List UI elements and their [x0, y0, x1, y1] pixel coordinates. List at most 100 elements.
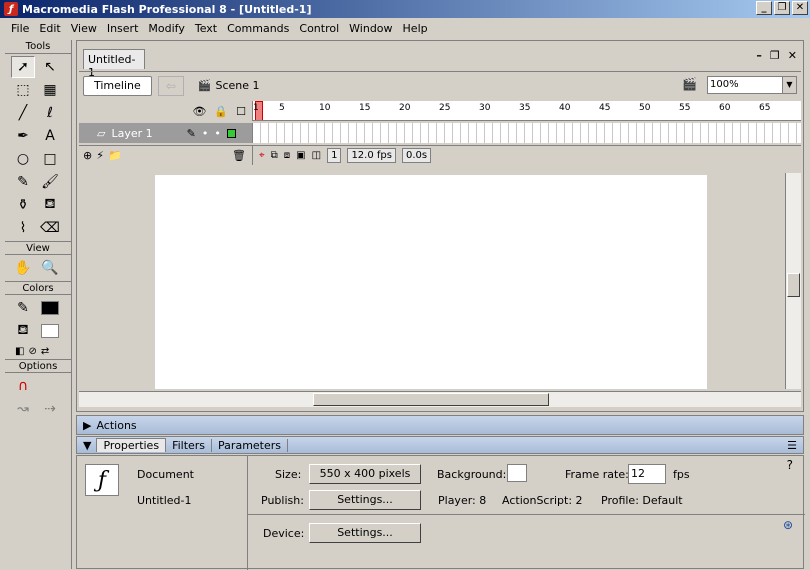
zoom-select[interactable]: 100% ▼: [707, 76, 797, 94]
swap-colors-icon[interactable]: ⇄: [41, 346, 49, 357]
lock-icon[interactable]: 🔒: [214, 105, 228, 118]
pencil-edit-icon: ✎: [186, 126, 196, 140]
restore-button[interactable]: ❐: [774, 1, 790, 15]
actions-panel-header[interactable]: ▶ Actions: [76, 415, 804, 435]
layer-name[interactable]: Layer 1: [111, 127, 152, 140]
vertical-scroll-thumb[interactable]: [787, 273, 800, 297]
profile-value: Profile: Default: [601, 494, 683, 507]
gradient-transform-tool-icon[interactable]: ▦: [38, 79, 62, 101]
menu-insert[interactable]: Insert: [102, 22, 144, 35]
timeline-header: 👁 🔒 ☐ 1 5 10 15 20 25 30 35 40 45 50 55 …: [79, 101, 801, 121]
size-label: Size:: [275, 468, 302, 481]
no-color-icon[interactable]: ⊘: [28, 346, 36, 357]
device-settings-button[interactable]: Settings...: [309, 523, 421, 543]
ink-bottle-tool-icon[interactable]: ⚱: [11, 194, 35, 216]
fill-color-swatch[interactable]: [38, 320, 62, 342]
background-color-swatch[interactable]: [507, 464, 527, 482]
zoom-value: 100%: [710, 79, 739, 90]
horizontal-scrollbar[interactable]: [79, 391, 801, 407]
document-tab[interactable]: Untitled-1: [83, 49, 145, 79]
eyedropper-tool-icon[interactable]: ⌇: [11, 217, 35, 239]
edit-scene-icon[interactable]: 🎬: [682, 77, 697, 91]
edit-multiple-icon[interactable]: ▣: [296, 150, 305, 161]
horizontal-scroll-thumb[interactable]: [313, 393, 549, 406]
zoom-tool-icon[interactable]: 🔍: [38, 257, 62, 279]
ruler-tick: 30: [479, 103, 491, 113]
menu-modify[interactable]: Modify: [143, 22, 189, 35]
line-tool-icon[interactable]: ╱: [11, 102, 35, 124]
snap-magnet-icon[interactable]: ∩: [11, 375, 35, 397]
vertical-scrollbar[interactable]: [785, 173, 801, 389]
menu-help[interactable]: Help: [398, 22, 433, 35]
ruler-tick: 5: [279, 103, 285, 113]
doc-restore-icon[interactable]: ❐: [770, 49, 780, 62]
publish-settings-button[interactable]: Settings...: [309, 490, 421, 510]
lasso-tool-icon[interactable]: ℓ: [38, 102, 62, 124]
rectangle-tool-icon[interactable]: □: [38, 148, 62, 170]
onion-outlines-icon[interactable]: ⧈: [284, 150, 290, 161]
accessibility-icon[interactable]: ⊛: [783, 518, 793, 532]
stroke-color-icon: ✎: [17, 300, 29, 316]
tab-parameters[interactable]: Parameters: [212, 438, 289, 452]
minimize-button[interactable]: _: [756, 1, 772, 15]
free-transform-tool-icon[interactable]: ⬚: [11, 79, 35, 101]
modify-markers-icon[interactable]: ◫: [312, 150, 321, 161]
onion-skin-icon[interactable]: ⧉: [271, 150, 278, 161]
stage[interactable]: [155, 175, 707, 389]
straighten-icon[interactable]: ⇢: [38, 398, 62, 420]
delete-layer-icon[interactable]: 🗑: [232, 149, 246, 162]
layer-visibility-dot[interactable]: •: [202, 127, 209, 140]
text-tool-icon[interactable]: A: [38, 125, 62, 147]
show-hide-eye-icon[interactable]: 👁: [192, 105, 206, 118]
outline-icon[interactable]: ☐: [236, 105, 246, 118]
menu-view[interactable]: View: [66, 22, 102, 35]
add-motion-guide-icon[interactable]: ⚡: [96, 149, 104, 162]
menu-edit[interactable]: Edit: [34, 22, 65, 35]
frame-rate-input[interactable]: 12: [628, 464, 666, 484]
subselection-tool-icon[interactable]: ↖: [38, 56, 62, 78]
menu-commands[interactable]: Commands: [222, 22, 294, 35]
fps-unit: fps: [673, 468, 690, 481]
menu-file[interactable]: File: [6, 22, 34, 35]
pencil-tool-icon[interactable]: ✎: [11, 171, 35, 193]
insert-folder-icon[interactable]: 📁: [108, 149, 122, 162]
edit-bar: Timeline ⇦ 🎬 Scene 1 🎬 ◈ 100% ▼: [79, 71, 801, 99]
hand-tool-icon[interactable]: ✋: [11, 257, 35, 279]
smooth-icon[interactable]: ↝: [11, 398, 35, 420]
eraser-tool-icon[interactable]: ⌫: [38, 217, 62, 239]
menu-window[interactable]: Window: [344, 22, 397, 35]
paint-bucket-tool-icon[interactable]: ⛾: [38, 194, 62, 216]
collapse-arrow-icon[interactable]: ▼: [83, 439, 91, 452]
layer-icon: ▱: [97, 126, 106, 140]
timeline-toggle-button[interactable]: Timeline: [83, 75, 152, 96]
menu-text[interactable]: Text: [190, 22, 222, 35]
selection-tool-icon[interactable]: ➚: [11, 56, 35, 78]
menu-control[interactable]: Control: [294, 22, 344, 35]
frame-cells[interactable]: [253, 123, 801, 143]
doc-minimize-icon[interactable]: –: [756, 49, 762, 62]
layer-row[interactable]: ▱ Layer 1 ✎ • •: [79, 123, 801, 143]
help-icon[interactable]: ?: [787, 458, 793, 472]
scene-breadcrumb[interactable]: 🎬 Scene 1: [198, 79, 260, 92]
layer-lock-dot[interactable]: •: [214, 127, 221, 140]
stroke-color-swatch[interactable]: [38, 297, 62, 319]
back-arrow-icon[interactable]: ⇦: [157, 75, 184, 96]
doc-close-icon[interactable]: ✕: [788, 49, 797, 62]
device-label: Device:: [263, 527, 305, 540]
layer-outline-color[interactable]: [226, 128, 236, 138]
zoom-dropdown-icon[interactable]: ▼: [782, 77, 796, 93]
black-white-icon[interactable]: ◧: [15, 346, 24, 357]
oval-tool-icon[interactable]: ○: [11, 148, 35, 170]
panel-options-icon[interactable]: ☰: [787, 439, 797, 452]
brush-tool-icon[interactable]: 🖌: [38, 171, 62, 193]
colors-title: Colors: [5, 281, 71, 295]
insert-layer-icon[interactable]: ⊕: [83, 149, 92, 162]
size-button[interactable]: 550 x 400 pixels: [309, 464, 421, 484]
center-frame-icon[interactable]: ⌖: [259, 150, 265, 161]
pen-tool-icon[interactable]: ✒: [11, 125, 35, 147]
divider: [247, 456, 248, 570]
close-button[interactable]: ✕: [792, 1, 808, 15]
frame-ruler[interactable]: 1 5 10 15 20 25 30 35 40 45 50 55 60 65: [253, 101, 801, 121]
tab-filters[interactable]: Filters: [166, 438, 213, 452]
tab-properties[interactable]: Properties: [96, 438, 167, 452]
